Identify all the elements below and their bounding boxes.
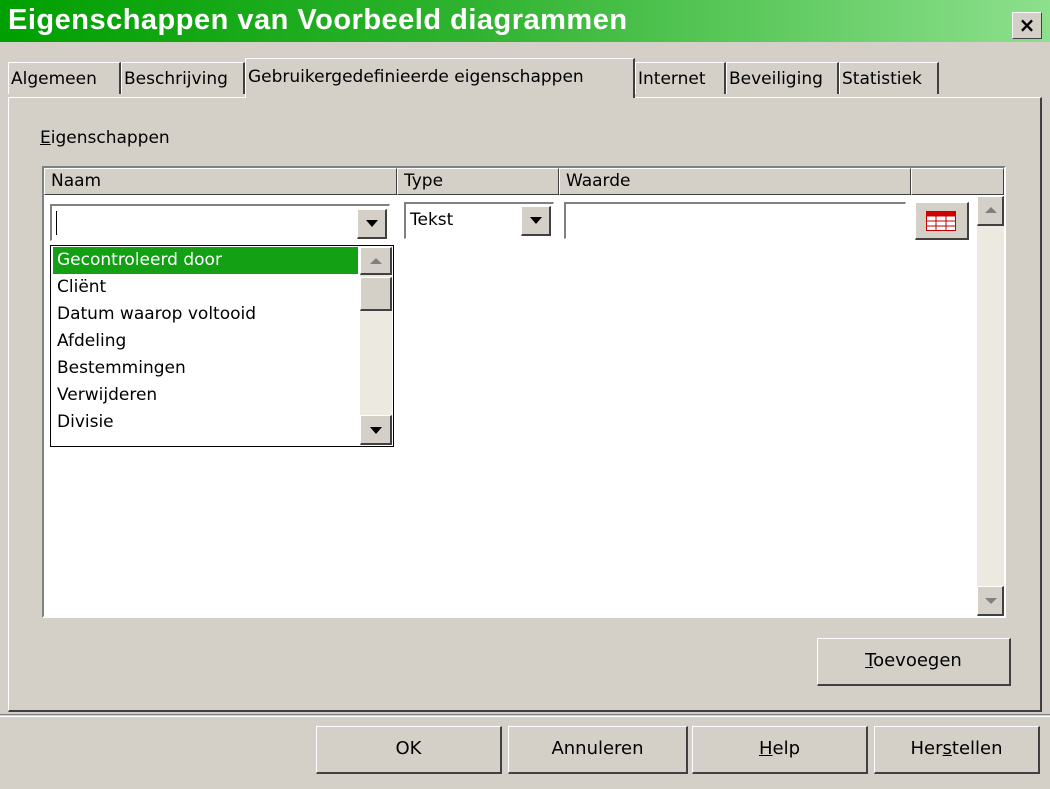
tab-algemeen[interactable]: Algemeen	[8, 62, 121, 94]
button-label: Her	[910, 738, 943, 759]
tab-label: Beveiliging	[729, 69, 823, 89]
table-icon	[926, 211, 956, 231]
dropdown-option-gecontroleerd-door[interactable]: Gecontroleerd door	[53, 247, 358, 274]
edit-value-button[interactable]	[915, 202, 969, 240]
list-scrollbar[interactable]	[977, 196, 1004, 616]
column-header-label: Waarde	[566, 171, 631, 191]
mnemonic: T	[865, 650, 874, 671]
dropdown-option-bestemmingen[interactable]: Bestemmingen	[53, 355, 358, 382]
close-button[interactable]: ×	[1012, 12, 1042, 39]
chevron-down-icon	[366, 220, 378, 227]
tab-label: Algemeen	[11, 69, 97, 89]
cancel-button[interactable]: Annuleren	[508, 726, 688, 774]
button-label: tellen	[951, 738, 1003, 759]
column-header-label: Type	[404, 171, 444, 191]
column-header-type[interactable]: Type	[397, 168, 559, 195]
dropdown-scroll-down-button[interactable]	[360, 415, 392, 445]
tab-label: Beschrijving	[124, 69, 228, 89]
name-dropdown-list: Gecontroleerd door Cliënt Datum waarop v…	[50, 245, 394, 447]
mnemonic: H	[758, 738, 773, 759]
dropdown-scrollbar[interactable]	[360, 247, 392, 445]
name-dropdown-button[interactable]	[357, 209, 387, 239]
button-label: oevoegen	[873, 650, 962, 671]
type-value: Tekst	[410, 210, 454, 230]
tab-gebruikergedefinieerde-eigenschappen[interactable]: Gebruikergedefinieerde eigenschappen	[245, 58, 635, 98]
scroll-down-button[interactable]	[977, 586, 1004, 616]
tab-beschrijving[interactable]: Beschrijving	[121, 62, 245, 94]
type-dropdown-button[interactable]	[521, 206, 551, 236]
dropdown-option-afdeling[interactable]: Afdeling	[53, 328, 358, 355]
chevron-down-icon	[985, 598, 997, 604]
add-button[interactable]: Toevoegen	[817, 638, 1011, 686]
reset-button[interactable]: Herstellen	[874, 726, 1040, 774]
separator	[0, 714, 1050, 717]
button-label: Annuleren	[551, 738, 644, 759]
tab-label: Statistiek	[842, 69, 922, 89]
tab-label: Internet	[638, 69, 706, 89]
chevron-down-icon	[530, 217, 542, 224]
button-label: OK	[395, 738, 422, 759]
close-icon: ×	[1018, 13, 1036, 37]
dropdown-option-verwijderen[interactable]: Verwijderen	[53, 382, 358, 409]
value-input[interactable]	[564, 202, 906, 239]
help-button[interactable]: Help	[692, 726, 868, 774]
chevron-down-icon	[370, 427, 382, 434]
mnemonic: E	[40, 128, 51, 148]
tab-beveiliging[interactable]: Beveiliging	[726, 62, 839, 94]
dropdown-option-datum-waarop-voltooid[interactable]: Datum waarop voltooid	[53, 301, 358, 328]
scroll-up-button[interactable]	[977, 196, 1004, 226]
column-header-extra	[911, 168, 1004, 195]
label-text: igenschappen	[50, 128, 170, 148]
mnemonic: s	[942, 738, 952, 759]
column-header-value[interactable]: Waarde	[559, 168, 911, 195]
type-combobox[interactable]: Tekst	[404, 202, 554, 239]
column-header-name[interactable]: Naam	[44, 168, 397, 195]
window-title: Eigenschappen van Voorbeeld diagrammen	[8, 4, 628, 36]
dropdown-scroll-up-button[interactable]	[360, 247, 392, 275]
dropdown-option-divisie[interactable]: Divisie	[53, 409, 358, 436]
ok-button[interactable]: OK	[316, 726, 502, 774]
name-combobox[interactable]	[50, 204, 390, 241]
chevron-up-icon	[985, 207, 997, 213]
chevron-up-icon	[370, 258, 382, 264]
text-cursor	[56, 211, 57, 235]
tab-label: Gebruikergedefinieerde eigenschappen	[248, 67, 584, 87]
tab-statistiek[interactable]: Statistiek	[839, 62, 939, 94]
properties-group-label: Eigenschappen	[40, 128, 170, 148]
tab-internet[interactable]: Internet	[635, 62, 726, 94]
button-label: elp	[772, 738, 801, 759]
column-header-label: Naam	[51, 171, 102, 191]
dropdown-option-client[interactable]: Cliënt	[53, 274, 358, 301]
dropdown-scroll-thumb[interactable]	[360, 277, 392, 311]
